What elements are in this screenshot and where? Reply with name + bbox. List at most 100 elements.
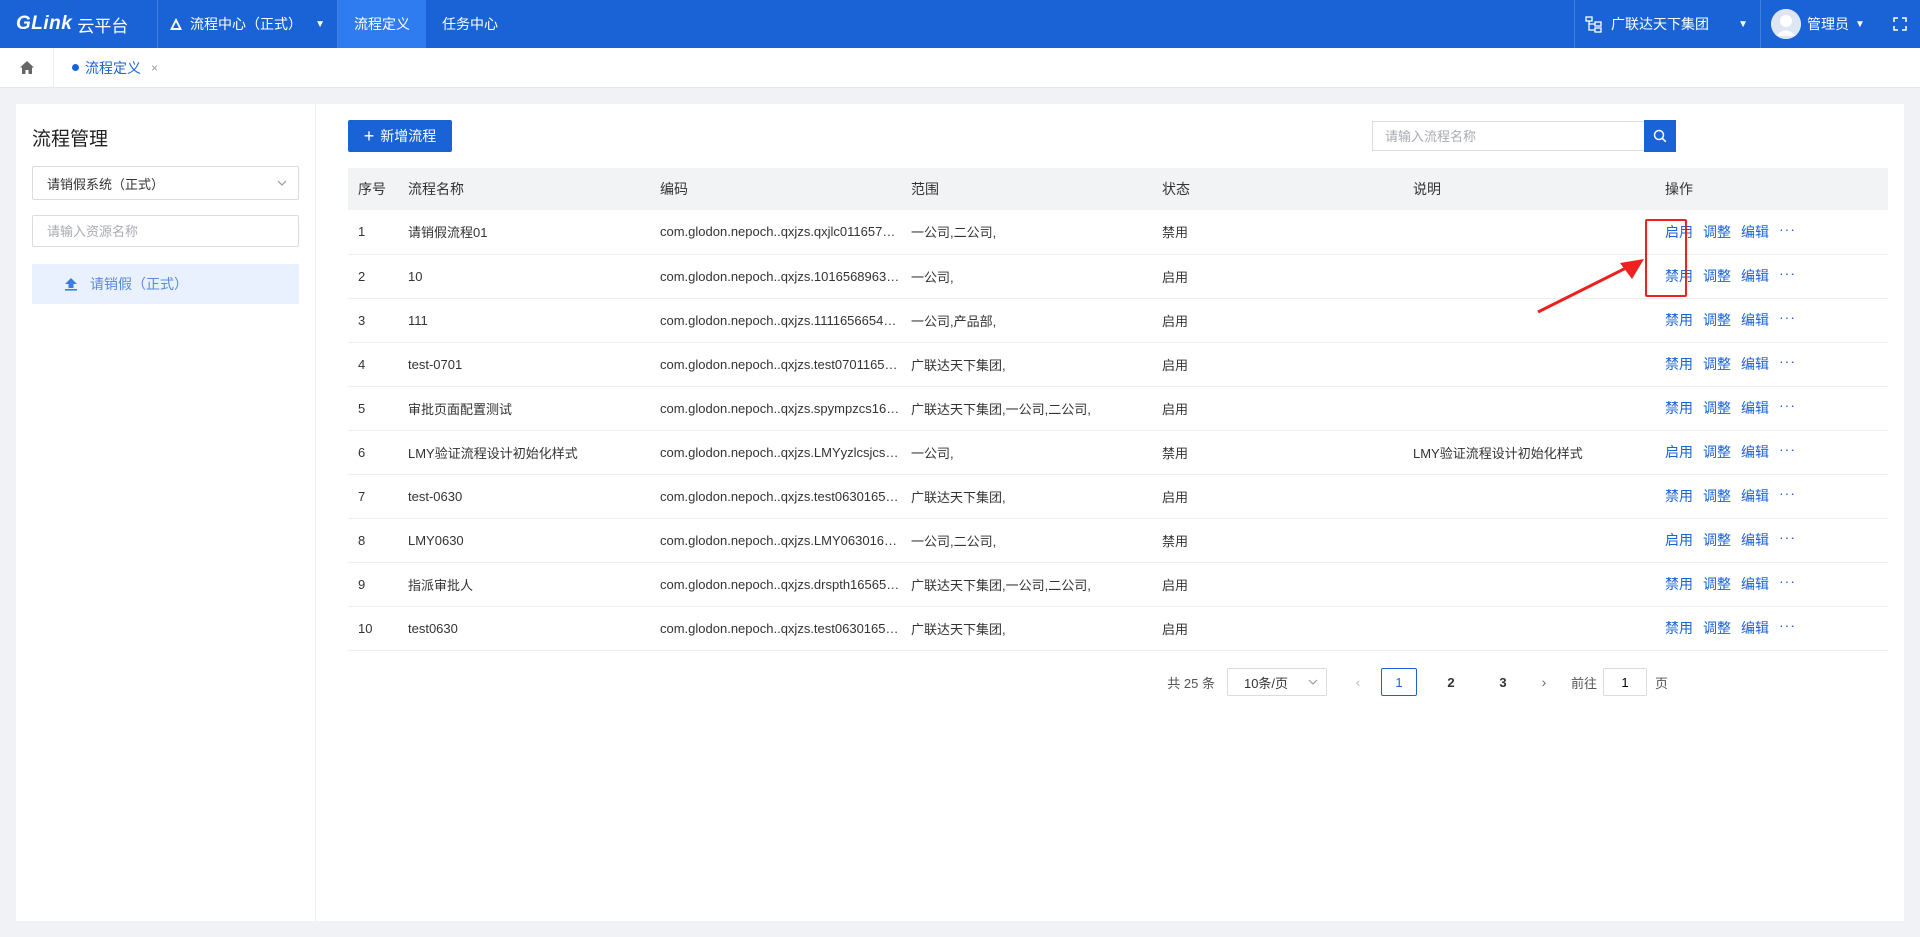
content-area: + 新增流程 序号 流程名称 编码 范围 状态 说明 操作 [332,104,1904,921]
more-actions-icon[interactable]: ··· [1779,617,1796,633]
more-actions-icon[interactable]: ··· [1779,441,1796,457]
tree-item-label: 请销假（正式） [90,276,188,292]
cell-desc [1403,298,1655,343]
more-actions-icon[interactable]: ··· [1779,353,1796,369]
adjust-link[interactable]: 调整 [1703,268,1731,284]
add-process-button[interactable]: + 新增流程 [348,120,452,152]
table-header-row: 序号 流程名称 编码 范围 状态 说明 操作 [348,168,1888,210]
page-button-1[interactable]: 1 [1380,668,1417,696]
edit-link[interactable]: 编辑 [1741,444,1769,460]
cell-status: 启用 [1152,254,1403,299]
user-avatar-icon [1771,9,1801,39]
edit-link[interactable]: 编辑 [1741,268,1769,284]
chevron-down-icon [1308,679,1318,685]
more-actions-icon[interactable]: ··· [1779,485,1796,501]
edit-link[interactable]: 编辑 [1741,488,1769,504]
cell-name: test-0630 [398,474,650,519]
adjust-link[interactable]: 调整 [1703,312,1731,328]
top-navbar: GLink 云平台 流程中心（正式） ▼ 流程定义 任务中心 广联达天下集团 ▼… [0,0,1920,48]
tree-item-leave[interactable]: 请销假（正式） [32,264,299,304]
adjust-link[interactable]: 调整 [1703,532,1731,548]
edit-link[interactable]: 编辑 [1741,400,1769,416]
page-button-2[interactable]: 2 [1433,668,1469,696]
page-size-value: 10条/页 [1243,675,1289,691]
adjust-link[interactable]: 调整 [1703,444,1731,460]
caret-down-icon: ▼ [315,18,325,30]
adjust-link[interactable]: 调整 [1703,576,1731,592]
column-header: 编码 [650,168,901,210]
toggle-status-link[interactable]: 启用 [1665,224,1693,240]
tab-strip: 流程定义 × [0,47,1920,88]
toggle-status-link[interactable]: 启用 [1665,444,1693,460]
more-actions-icon[interactable]: ··· [1779,221,1796,237]
cell-status: 禁用 [1152,518,1403,563]
search-button[interactable] [1644,120,1676,152]
adjust-link[interactable]: 调整 [1703,620,1731,636]
system-select[interactable]: 请销假系统（正式） [32,166,299,200]
toggle-status-link[interactable]: 禁用 [1665,356,1693,372]
adjust-link[interactable]: 调整 [1703,356,1731,372]
table-row: 3 111 com.glodon.nepoch..qxjzs.11116566547… [348,298,1888,343]
adjust-link[interactable]: 调整 [1703,400,1731,416]
toggle-status-link[interactable]: 禁用 [1665,268,1693,284]
edit-link[interactable]: 编辑 [1741,576,1769,592]
goto-page-input[interactable] [1602,668,1647,696]
page-button-3[interactable]: 3 [1485,668,1521,696]
adjust-link[interactable]: 调整 [1703,224,1731,240]
fullscreen-button[interactable] [1880,0,1920,48]
cell-name: LMY0630 [398,518,650,563]
edit-link[interactable]: 编辑 [1741,224,1769,240]
chevron-down-icon [277,180,287,186]
close-icon[interactable]: × [151,61,158,75]
toggle-status-link[interactable]: 禁用 [1665,620,1693,636]
edit-link[interactable]: 编辑 [1741,620,1769,636]
cell-scope: 广联达天下集团,一公司,二公司, [901,386,1152,431]
cell-status: 禁用 [1152,210,1403,255]
adjust-link[interactable]: 调整 [1703,488,1731,504]
table-row: 4 test-0701 com.glodon.nepoch..qxjzs.test0… [348,342,1888,387]
add-process-label: 新增流程 [380,128,437,144]
brand-sub-text: 云平台 [77,16,129,36]
toggle-status-link[interactable]: 启用 [1665,532,1693,548]
resource-search-input[interactable] [32,215,299,247]
column-header: 状态 [1152,168,1403,210]
pagination: 共 25 条 10条/页 ‹ 1 2 3 › 前往 页 [332,667,1672,697]
org-switcher[interactable]: 广联达天下集团 ▼ [1574,0,1760,48]
cell-actions: 禁用 调整 编辑 ··· [1655,386,1888,431]
toggle-status-link[interactable]: 禁用 [1665,400,1693,416]
process-search-input[interactable] [1372,121,1644,151]
prev-page-button[interactable]: ‹ [1343,674,1373,690]
more-actions-icon[interactable]: ··· [1779,529,1796,545]
page-size-select[interactable]: 10条/页 [1226,668,1327,696]
edit-link[interactable]: 编辑 [1741,312,1769,328]
logo[interactable]: GLink 云平台 [0,0,158,48]
cell-actions: 禁用 调整 编辑 ··· [1655,562,1888,607]
column-header: 序号 [348,168,398,210]
cell-code: com.glodon.nepoch..qxjzs.drspth1656578..… [650,562,901,607]
user-menu[interactable]: 管理员 ▼ [1760,0,1880,48]
cell-name: test0630 [398,606,650,651]
cell-code: com.glodon.nepoch..qxjzs.test063016565..… [650,474,901,519]
cell-name: LMY验证流程设计初始化样式 [398,430,650,475]
edit-link[interactable]: 编辑 [1741,356,1769,372]
more-actions-icon[interactable]: ··· [1779,265,1796,281]
more-actions-icon[interactable]: ··· [1779,397,1796,413]
home-button[interactable] [0,47,54,88]
toggle-status-link[interactable]: 禁用 [1665,576,1693,592]
cell-name: 请销假流程01 [398,210,650,255]
nav-process-definition[interactable]: 流程定义 [338,0,426,48]
app-switcher[interactable]: 流程中心（正式） ▼ [158,0,338,48]
more-actions-icon[interactable]: ··· [1779,309,1796,325]
cell-scope: 一公司, [901,430,1152,475]
edit-link[interactable]: 编辑 [1741,532,1769,548]
next-page-button[interactable]: › [1529,674,1559,690]
cell-actions: 启用 调整 编辑 ··· [1655,210,1888,255]
toggle-status-link[interactable]: 禁用 [1665,312,1693,328]
cell-code: com.glodon.nepoch..qxjzs.qxjlc01165770..… [650,210,901,255]
cell-scope: 一公司,二公司, [901,518,1152,563]
cell-status: 启用 [1152,474,1403,519]
more-actions-icon[interactable]: ··· [1779,573,1796,589]
tab-process-definition[interactable]: 流程定义 × [54,48,176,88]
toggle-status-link[interactable]: 禁用 [1665,488,1693,504]
nav-task-center[interactable]: 任务中心 [426,0,514,48]
